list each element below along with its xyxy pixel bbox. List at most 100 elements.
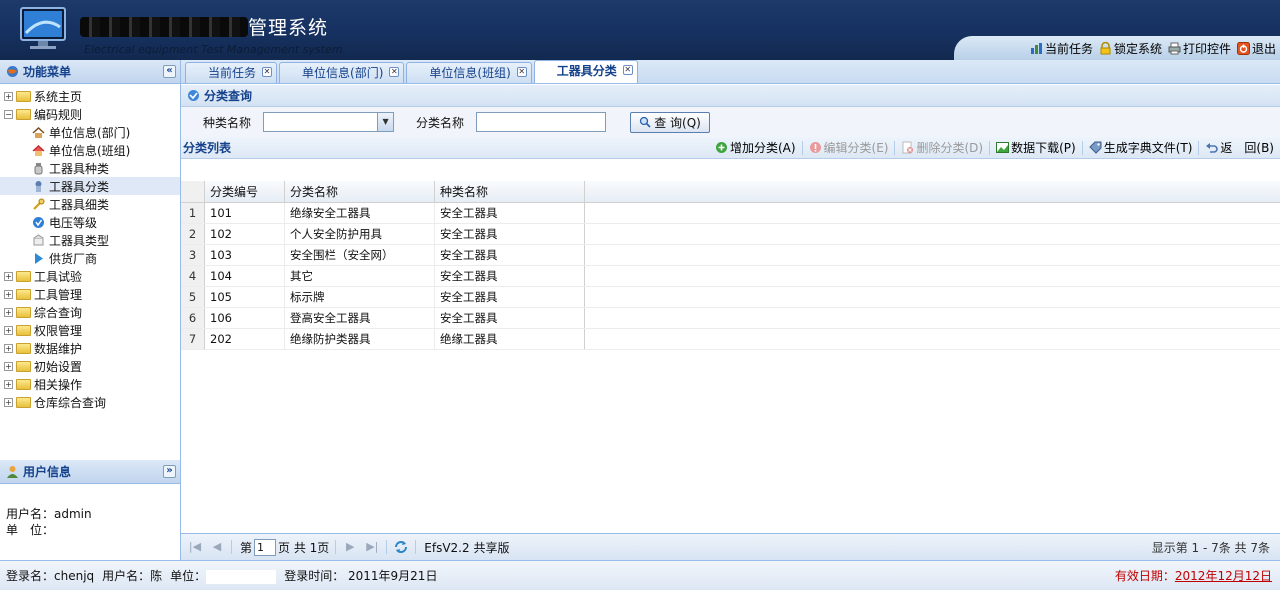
prev-page-icon[interactable]: ◀ bbox=[209, 539, 225, 555]
menu-item-label: 电压等级 bbox=[49, 215, 98, 230]
expand-icon[interactable]: + bbox=[4, 379, 13, 389]
chevron-down-icon[interactable]: ▼ bbox=[377, 113, 394, 131]
column-header-name[interactable]: 分类名称 bbox=[285, 181, 435, 202]
table-row[interactable]: 5 105 标示牌 安全工器具 bbox=[181, 287, 1280, 308]
menu-item[interactable]: 电压等级 bbox=[0, 213, 180, 231]
menu-folder[interactable]: + 数据维护 bbox=[0, 339, 180, 357]
menu-folder[interactable]: + 权限管理 bbox=[0, 321, 180, 339]
menu-folder[interactable]: + 系统主页 bbox=[0, 87, 180, 105]
grid-actions: 增加分类(A) 编辑分类(E) 删除分类(D) 数据下载(P) 生成字典文件(T… bbox=[709, 139, 1280, 156]
row-number: 3 bbox=[181, 245, 205, 265]
collapse-menu-button[interactable]: « bbox=[163, 65, 176, 78]
cell-code: 102 bbox=[205, 224, 285, 244]
menu-item[interactable]: 工器具细类 bbox=[0, 195, 180, 213]
left-panel: 功能菜单 « + 系统主页 − 编码规则 单位信息(部门) 单位信息(班组) 工器具种类 工器… bbox=[0, 60, 181, 560]
expand-icon[interactable]: + bbox=[4, 343, 13, 353]
expand-icon[interactable]: + bbox=[4, 91, 13, 101]
menu-item-label: 工具试验 bbox=[34, 269, 83, 284]
menu-folder[interactable]: + 工具管理 bbox=[0, 285, 180, 303]
expand-icon[interactable]: + bbox=[4, 397, 13, 407]
query-button[interactable]: 查 询(Q) bbox=[630, 111, 711, 133]
query-section-icon bbox=[188, 90, 199, 101]
kind-name-combo[interactable]: ▼ bbox=[263, 112, 395, 132]
table-row[interactable]: 7 202 绝缘防护类器具 绝缘工器具 bbox=[181, 329, 1280, 350]
add-icon bbox=[715, 142, 727, 153]
cell-name: 安全围栏（安全网） bbox=[285, 245, 435, 265]
expand-icon[interactable]: + bbox=[4, 325, 13, 335]
edit-icon bbox=[809, 142, 821, 153]
menu-folder[interactable]: − 编码规则 bbox=[0, 105, 180, 123]
menu-item[interactable]: 单位信息(部门) bbox=[0, 123, 180, 141]
delete-category-button[interactable]: 删除分类(D) bbox=[901, 139, 983, 156]
category-name-input[interactable] bbox=[476, 112, 607, 132]
tab-strip: 当前任务 ✕ 单位信息(部门) ✕ 单位信息(班组) ✕ 工器具分类 ✕ bbox=[181, 60, 1280, 84]
folder-icon bbox=[16, 270, 31, 282]
add-category-button[interactable]: 增加分类(A) bbox=[715, 139, 796, 156]
menu-folder[interactable]: + 相关操作 bbox=[0, 375, 180, 393]
table-row[interactable]: 2 102 个人安全防护用具 安全工器具 bbox=[181, 224, 1280, 245]
row-number: 5 bbox=[181, 287, 205, 307]
column-header-code[interactable]: 分类编号 bbox=[205, 181, 285, 202]
lock-icon bbox=[1100, 41, 1111, 54]
last-page-icon[interactable]: ▶| bbox=[364, 539, 380, 555]
toolbar-divider bbox=[989, 140, 991, 155]
menu-folder[interactable]: + 工具试验 bbox=[0, 267, 180, 285]
login-name: 登录名：chenjq bbox=[6, 569, 95, 583]
pager-divider bbox=[335, 540, 337, 554]
cell-name: 绝缘安全工器具 bbox=[285, 203, 435, 223]
menu-item[interactable]: 工器具分类 bbox=[0, 177, 180, 195]
refresh-icon[interactable] bbox=[393, 539, 409, 555]
kind-name-label: 种类名称 bbox=[203, 115, 252, 130]
print-control-button[interactable]: 打印控件 bbox=[1168, 40, 1231, 57]
folder-icon bbox=[16, 306, 31, 318]
menu-item[interactable]: 工器具类型 bbox=[0, 231, 180, 249]
generate-dictionary-button[interactable]: 生成字典文件(T) bbox=[1088, 139, 1192, 156]
back-button[interactable]: 返 回(B) bbox=[1205, 139, 1274, 156]
toolbar-divider bbox=[1198, 140, 1200, 155]
menu-folder[interactable]: + 综合查询 bbox=[0, 303, 180, 321]
close-icon[interactable]: ✕ bbox=[516, 67, 527, 77]
expand-icon[interactable]: + bbox=[4, 289, 13, 299]
menu-item[interactable]: 单位信息(班组) bbox=[0, 141, 180, 159]
query-section-header: 分类查询 bbox=[181, 85, 1280, 107]
tab-tool-category[interactable]: 工器具分类 ✕ bbox=[533, 60, 638, 83]
redacted-unit bbox=[206, 569, 277, 584]
expand-icon[interactable]: + bbox=[4, 307, 13, 317]
tab-unit-team[interactable]: 单位信息(班组) ✕ bbox=[406, 62, 532, 83]
page-total-text: 页 共 1页 bbox=[278, 540, 330, 555]
menu-item[interactable]: 供货厂商 bbox=[0, 249, 180, 267]
menu-item-label: 工器具类型 bbox=[49, 233, 110, 248]
unit-line: 单 位： bbox=[6, 523, 55, 537]
menu-item[interactable]: 工器具种类 bbox=[0, 159, 180, 177]
cell-name: 登高安全工器具 bbox=[285, 308, 435, 328]
expand-icon[interactable]: + bbox=[4, 361, 13, 371]
tab-unit-dept[interactable]: 单位信息(部门) ✕ bbox=[279, 62, 405, 83]
collapse-user-panel-button[interactable]: » bbox=[163, 465, 176, 478]
expand-icon[interactable]: + bbox=[4, 271, 13, 281]
table-row[interactable]: 1 101 绝缘安全工器具 安全工器具 bbox=[181, 203, 1280, 224]
current-task-button[interactable]: 当前任务 bbox=[1030, 40, 1093, 57]
close-icon[interactable]: ✕ bbox=[389, 67, 400, 77]
toolbar-divider bbox=[894, 140, 896, 155]
tab-current-task[interactable]: 当前任务 ✕ bbox=[185, 62, 278, 83]
expiry-date: 有效日期：2012年12月12日 bbox=[1114, 569, 1272, 583]
edit-category-button[interactable]: 编辑分类(E) bbox=[809, 139, 888, 156]
table-row[interactable]: 3 103 安全围栏（安全网） 安全工器具 bbox=[181, 245, 1280, 266]
cell-kind: 安全工器具 bbox=[435, 308, 585, 328]
close-icon[interactable]: ✕ bbox=[622, 65, 633, 75]
next-page-icon[interactable]: ▶ bbox=[342, 539, 358, 555]
column-header-kind[interactable]: 种类名称 bbox=[435, 181, 585, 202]
close-icon[interactable]: ✕ bbox=[262, 67, 273, 77]
table-row[interactable]: 4 104 其它 安全工器具 bbox=[181, 266, 1280, 287]
home-group-icon bbox=[32, 144, 45, 156]
collapse-icon[interactable]: − bbox=[4, 109, 13, 119]
menu-folder[interactable]: + 初始设置 bbox=[0, 357, 180, 375]
page-number-input[interactable]: 1 bbox=[254, 538, 277, 556]
data-download-button[interactable]: 数据下载(P) bbox=[996, 139, 1076, 156]
folder-icon bbox=[16, 378, 31, 390]
lock-system-button[interactable]: 锁定系统 bbox=[1099, 40, 1162, 57]
table-row[interactable]: 6 106 登高安全工器具 安全工器具 bbox=[181, 308, 1280, 329]
exit-button[interactable]: 退出 bbox=[1236, 40, 1276, 57]
first-page-icon[interactable]: |◀ bbox=[187, 539, 203, 555]
menu-folder[interactable]: + 仓库综合查询 bbox=[0, 393, 180, 411]
